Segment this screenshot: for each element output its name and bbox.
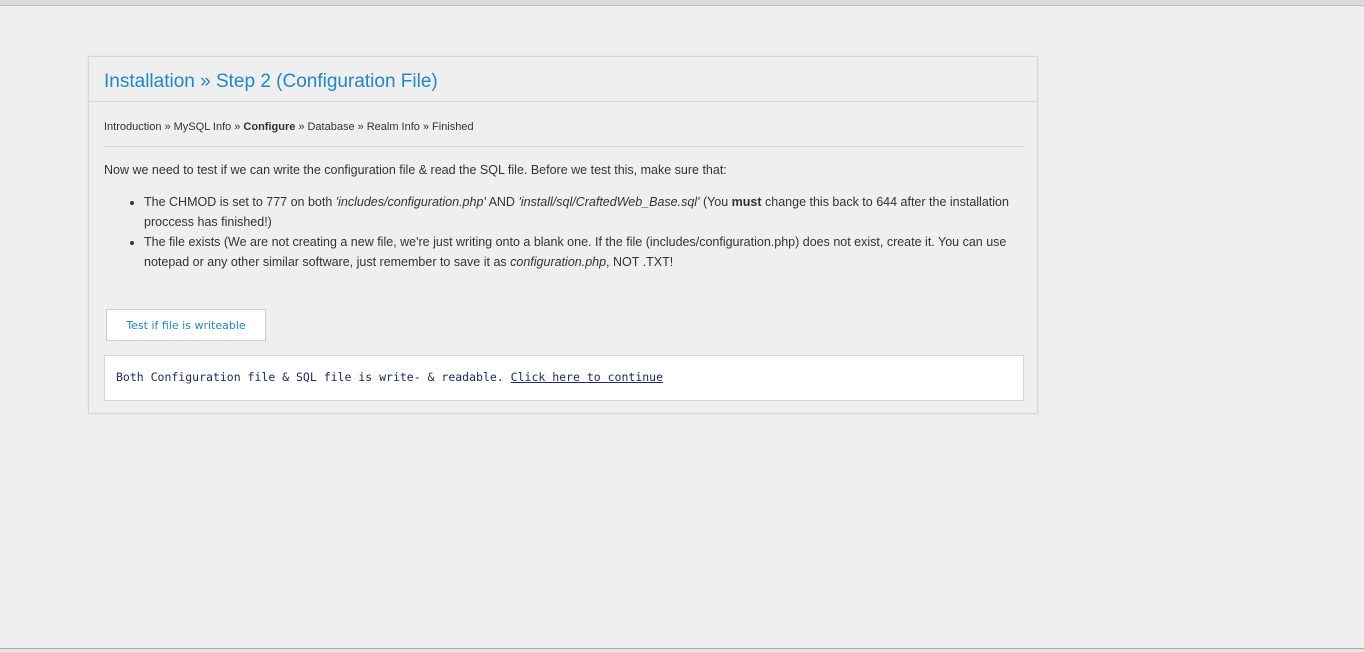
- requirements-list: The CHMOD is set to 777 on both 'include…: [104, 192, 1022, 272]
- filename-configuration: configuration.php: [510, 255, 607, 269]
- result-message-box: Both Configuration file & SQL file is wr…: [104, 355, 1024, 401]
- breadcrumb-separator: »: [298, 121, 305, 133]
- emphasis-must: must: [731, 195, 762, 209]
- taskbar-edge: [0, 648, 1364, 652]
- requirement-chmod: The CHMOD is set to 777 on both 'include…: [144, 192, 1022, 232]
- breadcrumb-item-configure: Configure: [243, 121, 296, 133]
- text-segment: The CHMOD is set to 777 on both: [144, 195, 336, 209]
- test-writeable-button[interactable]: Test if file is writeable: [106, 309, 266, 341]
- breadcrumb-separator: »: [234, 121, 241, 133]
- panel-header: Installation » Step 2 (Configuration Fil…: [89, 57, 1037, 102]
- browser-top-edge: [0, 0, 1364, 6]
- file-path-configuration: 'includes/configuration.php': [335, 195, 486, 209]
- file-path-sql: 'install/sql/CraftedWeb_Base.sql': [518, 195, 700, 209]
- text-segment: , NOT .TXT!: [606, 255, 674, 269]
- text-segment: (You: [699, 195, 732, 209]
- breadcrumb-item-introduction: Introduction: [104, 121, 162, 133]
- breadcrumb-item-mysql-info: MySQL Info: [173, 121, 232, 133]
- result-message: Both Configuration file & SQL file is wr…: [116, 370, 504, 384]
- breadcrumb-separator: »: [164, 121, 171, 133]
- breadcrumb-item-database: Database: [307, 121, 355, 133]
- breadcrumb: Introduction» MySQL Info» Configure» Databa…: [104, 102, 1024, 147]
- breadcrumb-item-finished: Finished: [432, 121, 474, 133]
- page-title: Installation » Step 2 (Configuration Fil…: [104, 71, 438, 92]
- intro-text: Now we need to test if we can write the …: [104, 163, 727, 177]
- panel-body: Introduction» MySQL Info» Configure» Databa…: [89, 102, 1037, 272]
- breadcrumb-separator: »: [422, 121, 430, 133]
- breadcrumb-item-realm-info: Realm Info: [366, 121, 420, 133]
- requirement-file-exists: The file exists (We are not creating a n…: [144, 232, 1022, 272]
- text-segment: AND: [485, 195, 519, 209]
- installation-panel: Installation » Step 2 (Configuration Fil…: [88, 56, 1038, 414]
- continue-link[interactable]: Click here to continue: [511, 370, 663, 384]
- breadcrumb-separator: »: [357, 121, 364, 133]
